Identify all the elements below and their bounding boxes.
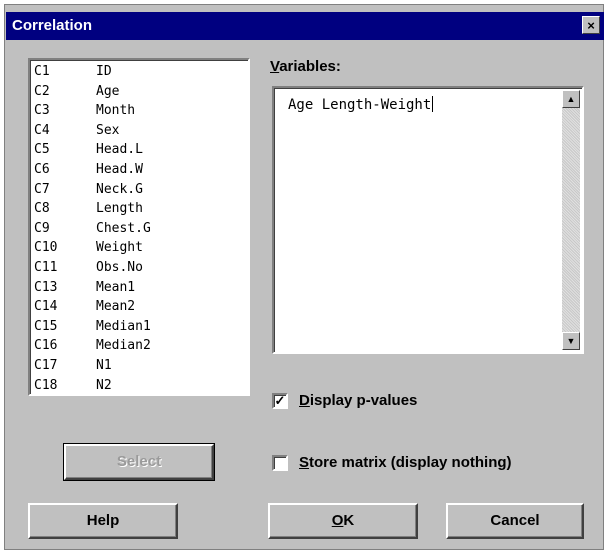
close-button[interactable]: × [582, 16, 600, 34]
list-item[interactable]: C2 Age [34, 82, 119, 101]
variables-input[interactable]: Age Length-Weight ▲ ▼ [272, 86, 584, 354]
column-name: Head.L [96, 142, 143, 158]
column-name: Weight [96, 240, 143, 256]
list-item[interactable]: C9 Chest.G [34, 219, 151, 238]
scroll-up-icon[interactable]: ▲ [562, 90, 580, 108]
column-id: C14 [34, 299, 58, 315]
column-id: C3 [34, 103, 50, 119]
column-name: ID [96, 64, 112, 79]
list-item[interactable]: C11 Obs.No [34, 258, 143, 277]
column-id: C16 [34, 338, 58, 354]
list-item[interactable]: C6 Head.W [34, 160, 143, 179]
column-id: C10 [34, 240, 58, 256]
column-id: C15 [34, 318, 58, 334]
list-item[interactable]: C17 N1 [34, 356, 112, 375]
text-caret [432, 96, 434, 112]
column-id: C5 [34, 142, 50, 158]
list-item[interactable]: C4 Sex [34, 121, 119, 140]
column-name: Month [96, 103, 136, 119]
column-name: Median1 [96, 318, 151, 334]
display-pvalues-checkbox[interactable]: ✓ [272, 393, 288, 409]
window-title: Correlation [12, 17, 93, 34]
variables-value: Age Length-Weight [288, 97, 432, 113]
column-name: Sex [96, 122, 120, 138]
store-matrix-label[interactable]: Store matrix (display nothing) [299, 454, 512, 471]
column-id: C13 [34, 279, 58, 295]
column-id: C18 [34, 377, 58, 393]
column-name: Head.W [96, 162, 143, 177]
column-name: Mean1 [96, 279, 136, 295]
column-name: Age [96, 83, 120, 99]
column-id: C2 [34, 83, 50, 99]
variables-scrollbar[interactable]: ▲ ▼ [562, 90, 580, 350]
display-pvalues-label[interactable]: Display p-values [299, 392, 417, 409]
column-name: Obs.No [96, 260, 143, 275]
variables-label: Variables: [270, 58, 341, 75]
column-name: Median2 [96, 338, 151, 354]
column-name: Chest.G [96, 220, 151, 236]
column-name: Length [96, 201, 143, 217]
column-id: C11 [34, 260, 58, 275]
list-item[interactable]: C1 ID [34, 62, 112, 81]
select-button[interactable]: Select [63, 443, 215, 481]
list-item[interactable]: C13 Mean1 [34, 278, 135, 297]
column-name: N2 [96, 377, 112, 393]
list-item[interactable]: C14 Mean2 [34, 297, 135, 316]
list-item[interactable]: C3 Month [34, 101, 135, 120]
scroll-down-icon[interactable]: ▼ [562, 332, 580, 350]
column-name: N1 [96, 358, 112, 373]
list-item[interactable]: C18 N2 [34, 376, 112, 394]
column-id: C17 [34, 358, 58, 373]
column-name: Neck.G [96, 181, 143, 197]
help-button[interactable]: Help [28, 503, 178, 539]
column-id: C9 [34, 220, 50, 236]
column-id: C6 [34, 162, 50, 177]
list-item[interactable]: C15 Median1 [34, 317, 151, 336]
column-id: C4 [34, 122, 50, 138]
ok-button[interactable]: OK [268, 503, 418, 539]
list-item[interactable]: C7 Neck.G [34, 180, 143, 199]
column-id: C1 [34, 64, 50, 79]
list-item[interactable]: C8 Length [34, 199, 143, 218]
list-item[interactable]: C16 Median2 [34, 336, 151, 355]
columns-listbox[interactable]: C1 ID C2 Age C3 Month C4 Sex C5 Head.L C6 Head.W C7 N… [28, 58, 250, 396]
column-id: C8 [34, 201, 50, 217]
store-matrix-checkbox[interactable] [272, 455, 288, 471]
list-item[interactable]: C5 Head.L [34, 140, 143, 159]
cancel-button[interactable]: Cancel [446, 503, 584, 539]
column-id: C7 [34, 181, 50, 197]
column-name: Mean2 [96, 299, 136, 315]
list-item[interactable]: C10 Weight [34, 238, 143, 257]
title-bar: Correlation × [6, 12, 604, 40]
